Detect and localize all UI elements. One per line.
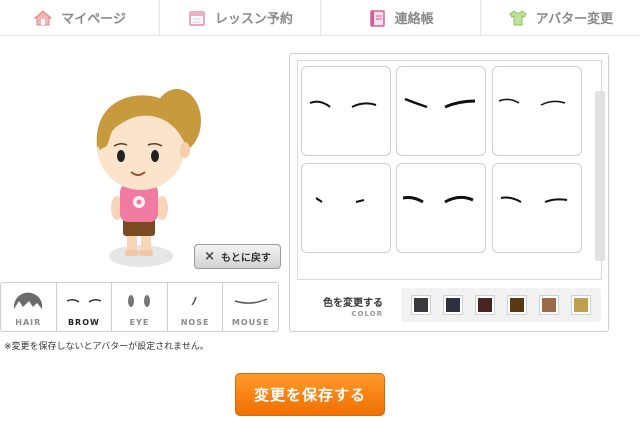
brow-style-icon — [402, 195, 474, 204]
mouth-icon — [234, 298, 267, 304]
option-cell[interactable] — [396, 163, 486, 253]
reset-button[interactable]: × もとに戻す — [194, 244, 281, 269]
brow-style-icon — [500, 196, 568, 203]
part-tab-brow[interactable]: BROW — [57, 283, 113, 331]
house-icon — [33, 8, 53, 28]
part-tab-brow-label: BROW — [67, 318, 100, 327]
nav-lesson-booking-label: レッスン予約 — [214, 12, 293, 27]
part-tab-nose[interactable]: NOSE — [168, 283, 224, 331]
color-swatch[interactable] — [540, 296, 558, 314]
part-tab-eye-label: EYE — [129, 318, 150, 327]
option-cell[interactable] — [492, 66, 582, 156]
avatar-preview: × もとに戻す — [0, 36, 290, 281]
part-tab-mouth-label: MOUSE — [231, 318, 270, 327]
eye-icon — [128, 295, 151, 307]
brow-style-icon — [498, 98, 566, 106]
color-sublabel: COLOR — [351, 310, 383, 318]
option-panel: 色を変更する COLOR — [289, 53, 609, 332]
part-tab-eye[interactable]: EYE — [112, 283, 168, 331]
close-icon: × — [204, 249, 216, 264]
part-tab-hair-label: HAIR — [15, 318, 42, 327]
notebook-icon — [367, 8, 387, 28]
top-nav: マイページ レッスン予約 連絡帳 アバター変更 — [0, 0, 640, 36]
color-swatches — [401, 288, 601, 322]
brow-style-icon — [309, 100, 377, 108]
nav-mypage-label: マイページ — [61, 12, 126, 27]
brow-style-icon — [315, 197, 365, 203]
brow-icon — [66, 298, 102, 303]
color-swatch[interactable] — [572, 296, 590, 314]
color-swatch[interactable] — [476, 296, 494, 314]
reset-button-label: もとに戻す — [221, 253, 271, 264]
color-label: 色を変更する — [323, 298, 383, 309]
option-cell[interactable] — [396, 66, 486, 156]
nav-lesson-booking[interactable]: レッスン予約 — [160, 0, 321, 35]
nav-mypage[interactable]: マイページ — [0, 0, 161, 35]
nav-notebook[interactable]: 連絡帳 — [321, 0, 481, 35]
option-grid — [297, 60, 605, 280]
part-tabs: HAIR BROW EYE NOSE MOUSE — [0, 282, 279, 332]
save-button[interactable]: 変更を保存する — [235, 373, 385, 416]
nav-notebook-label: 連絡帳 — [394, 12, 434, 27]
part-tab-hair[interactable]: HAIR — [1, 283, 57, 331]
nav-avatar-change-label: アバター変更 — [535, 12, 614, 27]
part-tab-mouth[interactable]: MOUSE — [223, 283, 278, 331]
nav-avatar-change[interactable]: アバター変更 — [481, 0, 640, 35]
hair-icon — [14, 292, 43, 309]
option-scrollbar[interactable] — [595, 91, 605, 261]
color-swatch[interactable] — [444, 296, 462, 314]
color-swatch[interactable] — [412, 296, 430, 314]
nose-icon — [191, 296, 197, 306]
calendar-icon — [187, 8, 207, 28]
brow-style-icon — [404, 97, 476, 109]
tshirt-icon — [508, 8, 528, 28]
part-tab-nose-label: NOSE — [180, 318, 210, 327]
option-cell[interactable] — [301, 163, 391, 253]
option-cell[interactable] — [492, 163, 582, 253]
save-notice: ※変更を保存しないとアバターが設定されません。 — [4, 342, 209, 352]
option-cell[interactable] — [301, 66, 391, 156]
color-swatch[interactable] — [508, 296, 526, 314]
